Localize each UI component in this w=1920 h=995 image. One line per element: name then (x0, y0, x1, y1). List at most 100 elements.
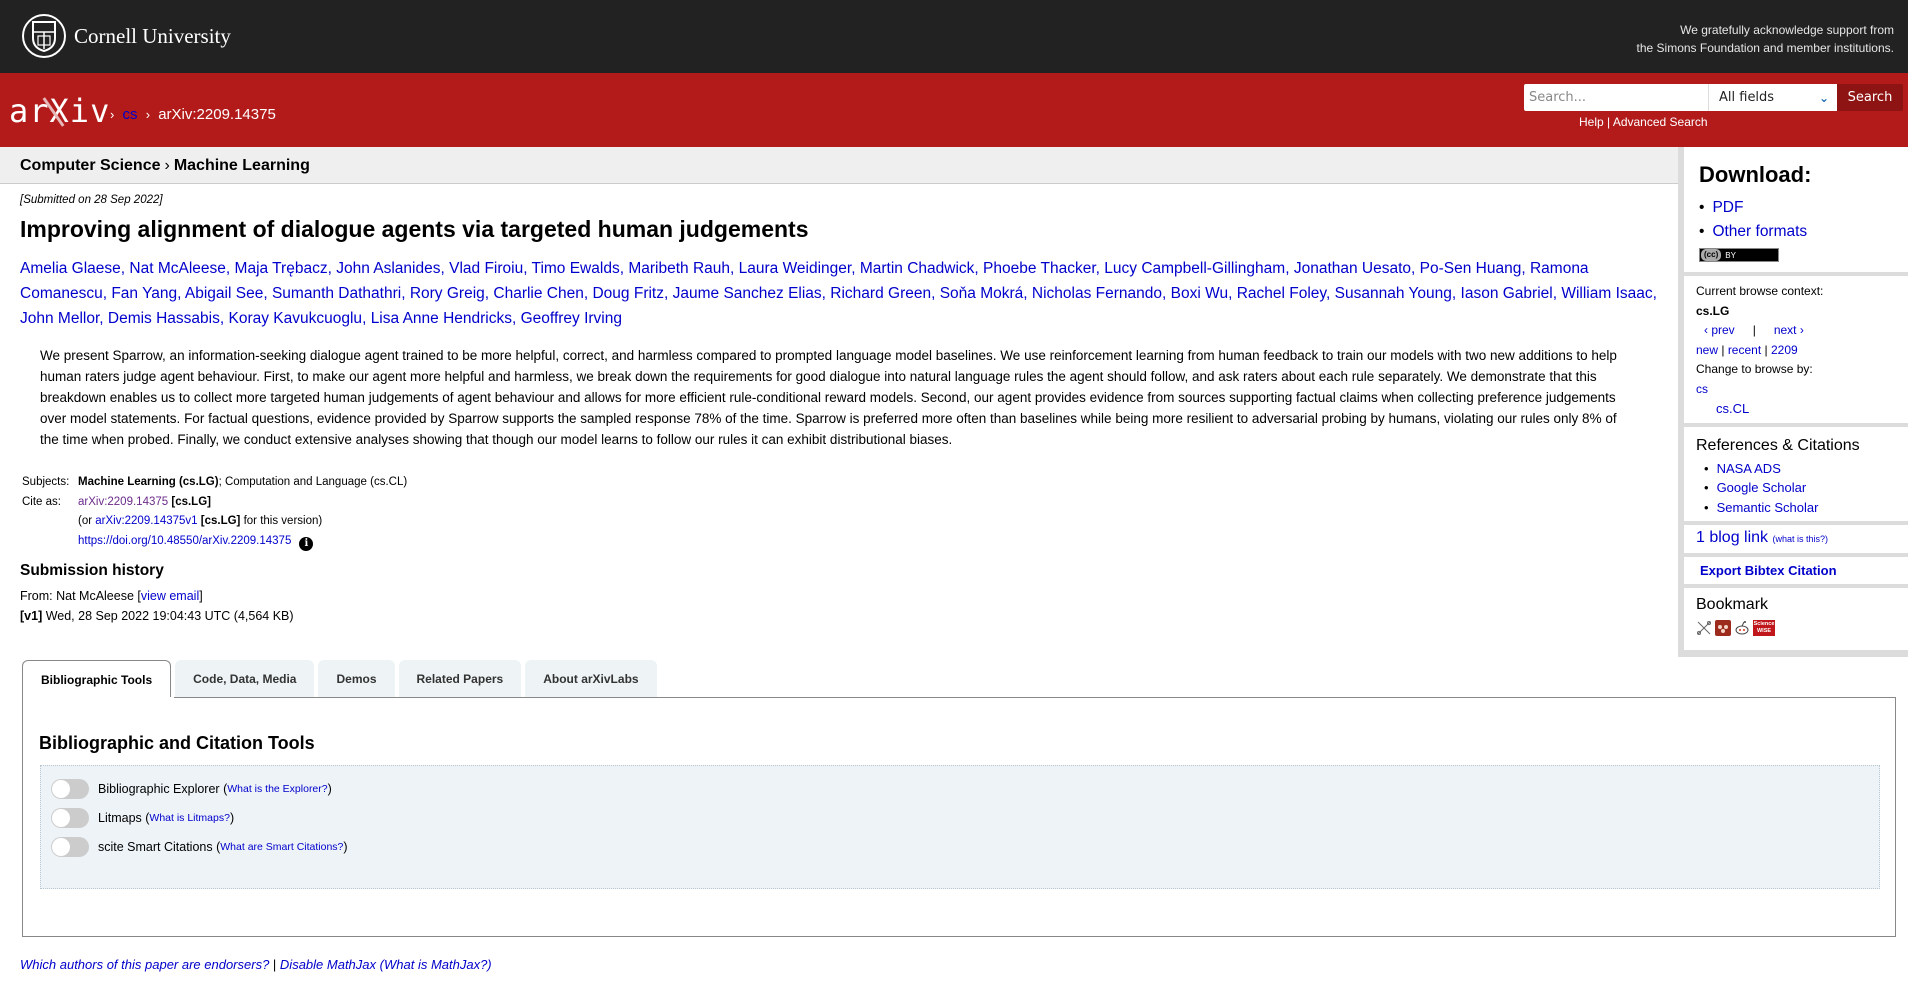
tool-help-link[interactable]: What is Litmaps? (149, 812, 230, 824)
prev-link[interactable]: ‹ prev (1704, 323, 1735, 337)
search-button[interactable]: Search (1837, 84, 1903, 111)
toggle-switch[interactable] (51, 779, 89, 799)
tab-code-data-media[interactable]: Code, Data, Media (175, 660, 315, 698)
toggle-switch[interactable] (51, 837, 89, 857)
author-link[interactable]: John Mellor (20, 310, 99, 327)
bibsonomy-icon[interactable] (1696, 620, 1712, 636)
disable-mathjax-link[interactable]: Disable MathJax (280, 957, 376, 972)
subjects-label: Subjects: (22, 476, 70, 488)
sidebar: Download: PDF Other formats (cc)BY Curre… (1678, 147, 1908, 657)
author-link[interactable]: Lisa Anne Hendricks (371, 310, 512, 327)
export-bibtex-link[interactable]: Export Bibtex Citation (1700, 563, 1837, 578)
author-link[interactable]: Phoebe Thacker (983, 260, 1096, 277)
tool-help-link[interactable]: What is the Explorer? (227, 783, 327, 795)
abstract-line: breakdown enables us to collect more tar… (40, 390, 1616, 405)
author-link[interactable]: Rory Greig (410, 285, 485, 302)
author-link[interactable]: Nicholas Fernando (1032, 285, 1162, 302)
toggle-switch[interactable] (51, 808, 89, 828)
author-link[interactable]: John Aslanides (336, 260, 440, 277)
author-link[interactable]: Maja Trębacz (235, 260, 328, 277)
references-section: References & Citations NASA ADS Google S… (1684, 426, 1908, 521)
search-input[interactable] (1524, 84, 1708, 111)
author-link[interactable]: Iason Gabriel (1461, 285, 1553, 302)
download-other-formats-link[interactable]: Other formats (1712, 223, 1807, 240)
download-section: Download: PDF Other formats (cc)BY (1684, 147, 1908, 272)
cite-id-link[interactable]: arXiv:2209.14375 (78, 496, 168, 508)
tool-label: Bibliographic Explorer (98, 782, 220, 796)
help-link[interactable]: Help (1579, 115, 1604, 129)
author-link[interactable]: Amelia Glaese (20, 260, 121, 277)
author-link[interactable]: Rachel Foley (1237, 285, 1326, 302)
author-link[interactable]: Martin Chadwick (860, 260, 975, 277)
browse-cs-cl-link[interactable]: cs.CL (1716, 401, 1749, 416)
download-pdf-link[interactable]: PDF (1712, 199, 1743, 216)
author-link[interactable]: William Isaac (1561, 285, 1652, 302)
author-link[interactable]: Demis Hassabis (108, 310, 220, 327)
author-link[interactable]: Boxi Wu (1171, 285, 1228, 302)
browse-cs-link[interactable]: cs (1696, 382, 1708, 396)
chevron-down-icon: ⌄ (1818, 90, 1829, 105)
semantic-scholar-link[interactable]: Semantic Scholar (1717, 500, 1819, 515)
author-link[interactable]: Jaume Sanchez Elias (673, 285, 822, 302)
cc-by-license-badge[interactable]: (cc) BY (1699, 248, 1779, 262)
advanced-search-link[interactable]: Advanced Search (1613, 115, 1708, 129)
blog-what-link[interactable]: (what is this?) (1773, 534, 1829, 544)
breadcrumb-cs[interactable]: cs (123, 106, 138, 123)
chevron-right-icon: › (110, 107, 115, 122)
tab-bibliographic-tools[interactable]: Bibliographic Tools (22, 660, 172, 698)
author-link[interactable]: Laura Weidinger (739, 260, 852, 277)
paren-close: ) (327, 782, 332, 796)
author-link[interactable]: Sumanth Dathathri (272, 285, 401, 302)
tab-about-arxivlabs[interactable]: About arXivLabs (525, 660, 657, 698)
blog-link[interactable]: 1 blog link (1696, 529, 1768, 546)
secondary-subjects: ; Computation and Language (cs.CL) (218, 476, 408, 488)
submitter: From: Nat McAleese [ (20, 589, 141, 603)
bracket-close: ] (199, 589, 203, 603)
nasa-ads-link[interactable]: NASA ADS (1717, 461, 1781, 476)
arxiv-logo[interactable]: arXiv (9, 93, 110, 129)
author-link[interactable]: Abigail See (185, 285, 263, 302)
cornell-logo[interactable]: Cornell University (22, 14, 231, 58)
what-is-mathjax-link[interactable]: (What is MathJax?) (380, 957, 492, 972)
next-link[interactable]: next › (1774, 323, 1804, 337)
new-link[interactable]: new (1696, 343, 1718, 357)
author-link[interactable]: Geoffrey Irving (521, 310, 622, 327)
subject-parent: Computer Science (20, 157, 161, 174)
author-link[interactable]: Charlie Chen (493, 285, 583, 302)
author-link[interactable]: Po-Sen Huang (1420, 260, 1522, 277)
author-link[interactable]: Lucy Campbell-Gillingham (1104, 260, 1285, 277)
author-link[interactable]: Maribeth Rauh (628, 260, 730, 277)
mendeley-icon[interactable] (1715, 620, 1731, 636)
author-link[interactable]: Jonathan Uesato (1294, 260, 1411, 277)
submission-history: From: Nat McAleese [view email] [v1] Wed… (20, 586, 294, 626)
author-link[interactable]: Timo Ewalds (532, 260, 620, 277)
author-link[interactable]: Richard Green (830, 285, 931, 302)
recent-link[interactable]: recent (1728, 343, 1761, 357)
author-link[interactable]: Nat McAleese (129, 260, 225, 277)
author-link[interactable]: Doug Fritz (592, 285, 664, 302)
author-link[interactable]: Koray Kavukcuoglu (229, 310, 363, 327)
tool-row: scite Smart Citations (What are Smart Ci… (51, 837, 348, 857)
search-field-select[interactable]: All fields ⌄ (1708, 84, 1837, 111)
by-label: BY (1725, 250, 1736, 260)
doi-link[interactable]: https://doi.org/10.48550/arXiv.2209.1437… (78, 535, 291, 547)
tool-help-link[interactable]: What are Smart Citations? (220, 841, 343, 853)
tab-demos[interactable]: Demos (318, 660, 395, 698)
month-link[interactable]: 2209 (1771, 343, 1798, 357)
separator: | (269, 957, 280, 972)
sciencewise-icon[interactable]: Science WISE (1753, 620, 1775, 636)
paper-metadata: Subjects: Machine Learning (cs.LG); Comp… (22, 473, 407, 551)
tab-related-papers[interactable]: Related Papers (398, 660, 522, 698)
google-scholar-link[interactable]: Google Scholar (1717, 480, 1807, 495)
references-heading: References & Citations (1696, 436, 1860, 454)
cite-version-link[interactable]: arXiv:2209.14375v1 (95, 515, 197, 527)
author-link[interactable]: Vlad Firoiu (449, 260, 523, 277)
reddit-icon[interactable] (1734, 620, 1750, 636)
endorsers-link[interactable]: Which authors of this paper are endorser… (20, 957, 269, 972)
author-link[interactable]: Susannah Young (1335, 285, 1452, 302)
info-icon[interactable]: i (299, 536, 314, 551)
author-link[interactable]: Fan Yang (111, 285, 177, 302)
view-email-link[interactable]: view email (141, 589, 199, 603)
paren-close: ) (343, 840, 348, 854)
author-link[interactable]: Soňa Mokrá (940, 285, 1024, 302)
